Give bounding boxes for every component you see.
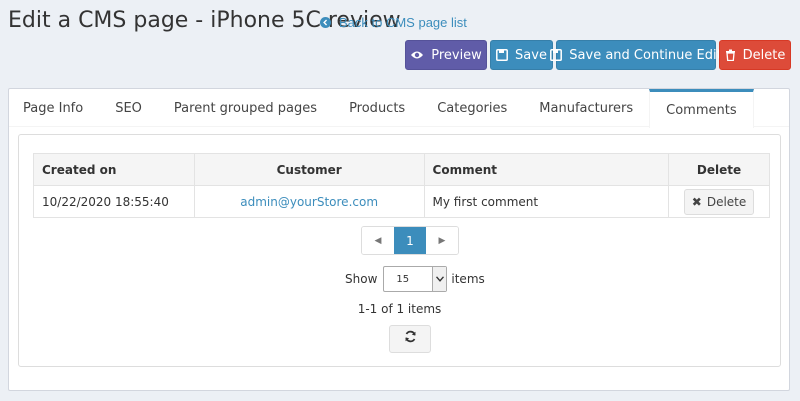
show-label: Show [345,272,378,286]
trash-icon [725,49,736,61]
save-continue-label: Save and Continue Edit [569,47,722,63]
save-button[interactable]: Save [490,40,553,70]
preview-button[interactable]: Preview [405,40,487,70]
refresh-button[interactable] [389,325,431,353]
refresh-icon [404,330,417,348]
tab-comments[interactable]: Comments [649,89,754,128]
cell-delete: ✖ Delete [668,185,770,218]
caret-left-icon: ◀ [374,235,382,245]
tab-seo[interactable]: SEO [99,89,158,127]
tab-categories[interactable]: Categories [421,89,523,127]
column-header-comment[interactable]: Comment [423,153,670,186]
table-header-row: Created on Customer Comment Delete [33,153,770,186]
page-size-row: Show 15 items [345,266,485,292]
preview-label: Preview [431,47,482,63]
tab-parent-grouped-pages[interactable]: Parent grouped pages [158,89,333,127]
delete-comment-button[interactable]: ✖ Delete [684,188,755,215]
items-label: items [451,272,485,286]
eye-icon [410,50,424,60]
close-icon: ✖ [691,194,702,209]
comments-panel: Created on Customer Comment Delete 10/22… [18,134,781,367]
cell-comment: My first comment [423,185,670,218]
page-size-select[interactable]: 15 [383,266,448,292]
column-header-created-on[interactable]: Created on [33,153,195,186]
chevron-down-icon [432,267,447,291]
items-summary: 1-1 of 1 items [357,302,442,316]
page-size-value: 15 [396,273,410,285]
table-row: 10/22/2020 18:55:40 admin@yourStore.com … [33,185,770,218]
save-continue-button[interactable]: Save and Continue Edit [550,40,722,70]
tab-page-info[interactable]: Page Info [9,89,99,127]
floppy-disk-icon [550,49,563,61]
pagination: ◀ 1 ▶ [361,226,459,255]
column-header-customer[interactable]: Customer [193,153,425,186]
cell-created-on: 10/22/2020 18:55:40 [33,185,195,218]
edit-card: Page Info SEO Parent grouped pages Produ… [8,88,790,391]
arrow-circle-left-icon [320,17,331,28]
back-to-list-link[interactable]: Back to CMS page list [320,15,467,30]
delete-page-button[interactable]: Delete [719,40,791,70]
caret-right-icon: ▶ [438,235,446,245]
page-1-button[interactable]: 1 [394,227,426,254]
tab-bar: Page Info SEO Parent grouped pages Produ… [9,89,789,128]
tab-products[interactable]: Products [333,89,421,127]
next-page-button[interactable]: ▶ [426,227,458,254]
comments-table: Created on Customer Comment Delete 10/22… [33,153,770,218]
customer-email-link[interactable]: admin@yourStore.com [193,185,425,218]
floppy-disk-icon [496,49,508,61]
back-link-label: Back to CMS page list [339,15,467,30]
tab-manufacturers[interactable]: Manufacturers [523,89,649,127]
prev-page-button[interactable]: ◀ [362,227,394,254]
delete-comment-label: Delete [706,194,747,209]
content-header: Edit a CMS page - iPhone 5C review Back … [0,0,800,88]
action-toolbar: Preview Save Save and Continue Edit Dele… [405,40,791,70]
column-header-delete: Delete [668,153,770,186]
delete-label: Delete [742,47,786,63]
save-label: Save [515,47,547,63]
